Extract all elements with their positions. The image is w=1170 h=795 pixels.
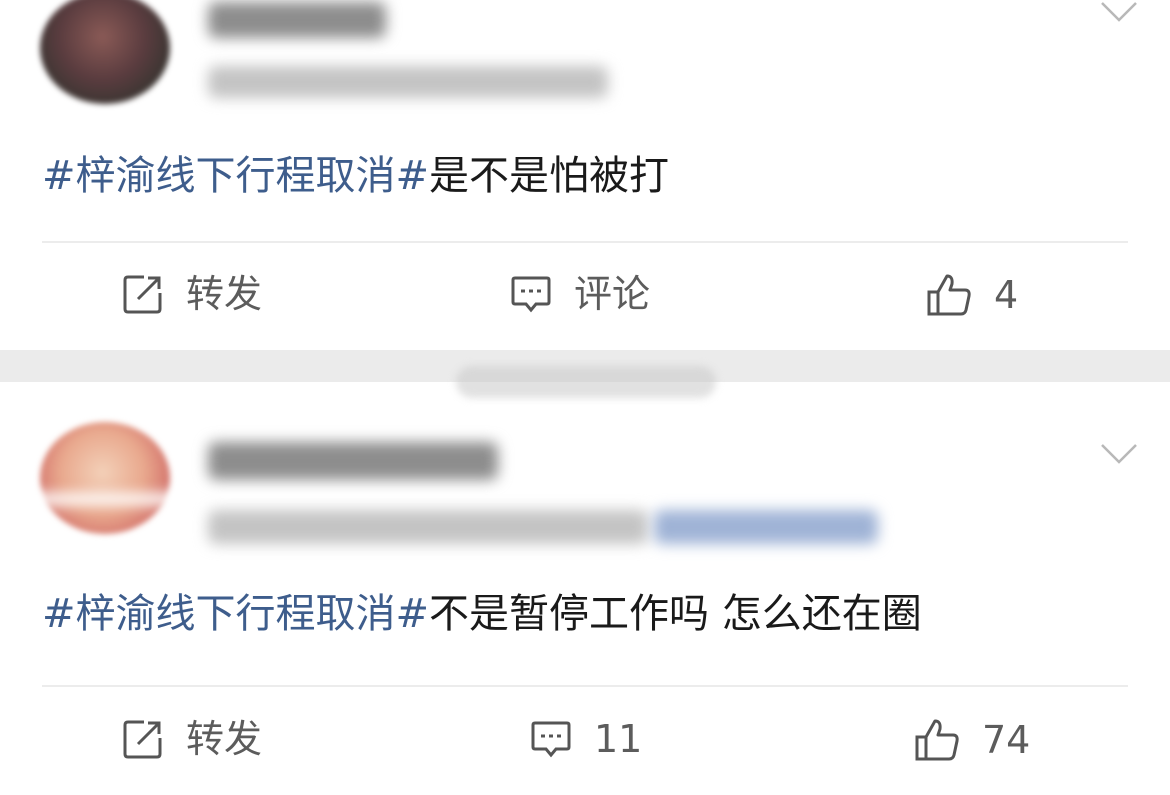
hashtag-link[interactable]: #梓渝线下行程取消# bbox=[42, 153, 429, 199]
post-text: #梓渝线下行程取消#是不是怕被打 bbox=[42, 150, 669, 202]
like-icon bbox=[915, 719, 959, 761]
hashtag-link[interactable]: #梓渝线下行程取消# bbox=[42, 591, 429, 637]
like-button[interactable]: 4 bbox=[926, 272, 1018, 318]
like-count: 74 bbox=[982, 718, 1031, 762]
post-card[interactable]: #梓渝线下行程取消#是不是怕被打 转发 评论 4 bbox=[0, 0, 1170, 350]
avatar[interactable] bbox=[40, 0, 170, 104]
post-body: 不是暂停工作吗 怎么还在圈 bbox=[429, 591, 922, 637]
like-button[interactable]: 74 bbox=[914, 717, 1030, 763]
repost-label: 转发 bbox=[186, 717, 263, 761]
post-card[interactable]: #梓渝线下行程取消#不是暂停工作吗 怎么还在圈 转发 11 74 bbox=[0, 382, 1170, 795]
comment-icon bbox=[511, 276, 551, 313]
comment-label: 评论 bbox=[574, 272, 651, 316]
divider bbox=[42, 241, 1128, 243]
avatar[interactable] bbox=[40, 422, 170, 534]
source-link-blurred bbox=[654, 510, 878, 544]
username-blurred[interactable] bbox=[208, 2, 386, 38]
chevron-down-icon[interactable] bbox=[1100, 442, 1138, 466]
post-text: #梓渝线下行程取消#不是暂停工作吗 怎么还在圈 bbox=[42, 588, 922, 640]
like-count: 4 bbox=[994, 273, 1019, 317]
comment-icon bbox=[531, 721, 571, 758]
watermark-blurred bbox=[456, 366, 716, 398]
post-meta-blurred bbox=[208, 510, 648, 544]
repost-icon bbox=[123, 275, 162, 314]
repost-icon bbox=[123, 720, 162, 759]
photo-artifact bbox=[30, 492, 190, 506]
divider bbox=[42, 685, 1128, 687]
repost-button[interactable]: 转发 bbox=[122, 717, 262, 761]
comment-button[interactable]: 评论 bbox=[510, 272, 650, 316]
chevron-down-icon[interactable] bbox=[1100, 0, 1138, 24]
comment-count: 11 bbox=[594, 717, 643, 761]
post-meta-blurred bbox=[208, 66, 608, 98]
repost-label: 转发 bbox=[186, 272, 263, 316]
feed: #梓渝线下行程取消#是不是怕被打 转发 评论 4 #梓渝线下行程取消#不是暂停工… bbox=[0, 0, 1170, 795]
username-blurred[interactable] bbox=[208, 442, 498, 480]
comment-button[interactable]: 11 bbox=[530, 717, 642, 761]
like-icon bbox=[927, 274, 971, 316]
repost-button[interactable]: 转发 bbox=[122, 272, 262, 316]
post-body: 是不是怕被打 bbox=[429, 153, 670, 199]
